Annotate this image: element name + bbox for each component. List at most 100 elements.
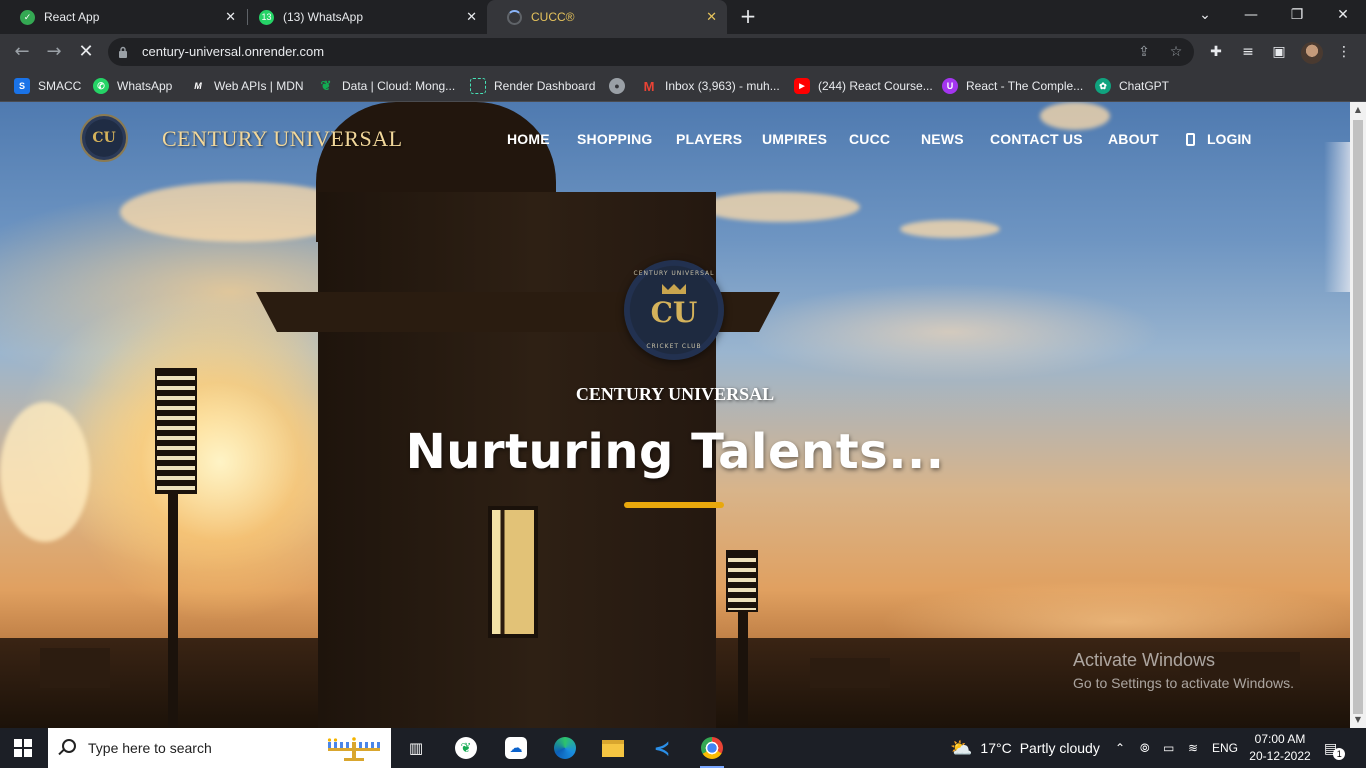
weather-desc: Partly cloudy xyxy=(1019,740,1100,756)
taskbar-clock[interactable]: 07:00 AM 20-12-2022 xyxy=(1246,731,1314,765)
nav-news[interactable]: NEWS xyxy=(921,131,964,147)
nav-cucc[interactable]: CUCC xyxy=(849,131,890,147)
logo-ring-text-bottom: CRICKET CLUB xyxy=(646,343,702,350)
stop-loading-button[interactable]: ✕ xyxy=(74,40,98,64)
mongodb-compass-icon[interactable]: ❦ xyxy=(451,734,481,762)
bookmark-label: ChatGPT xyxy=(1119,79,1170,93)
nav-about[interactable]: ABOUT xyxy=(1108,131,1159,147)
watermark-subtitle: Go to Settings to activate Windows. xyxy=(1073,675,1294,691)
bookmark-gmail[interactable]: M Inbox (3,963) - muh... xyxy=(641,77,780,95)
side-panel-icon[interactable]: ▣ xyxy=(1270,43,1288,61)
back-button[interactable]: ← xyxy=(10,40,34,64)
logo-monogram: CU xyxy=(650,296,698,329)
mobile-phone-icon xyxy=(1186,132,1195,146)
bookmark-smacc[interactable]: S SMACC xyxy=(14,77,81,95)
tab-cucc[interactable]: CUCC® ✕ xyxy=(487,0,727,34)
page-viewport: CU CENTURY UNIVERSAL HOME SHOPPING PLAYE… xyxy=(0,102,1350,728)
bookmark-mdn[interactable]: M Web APIs | MDN xyxy=(190,77,304,95)
nav-contact-us[interactable]: CONTACT US xyxy=(990,131,1083,147)
bookmark-label: Web APIs | MDN xyxy=(214,79,304,93)
tab-title: React App xyxy=(44,10,100,24)
bookmark-mongodb[interactable]: ❦ Data | Cloud: Mong... xyxy=(318,77,456,95)
tab-search-button[interactable]: ⌄ xyxy=(1182,4,1228,28)
share-icon[interactable]: ⇪ xyxy=(1136,44,1152,60)
taskbar-search-box[interactable]: Type here to search xyxy=(48,728,391,768)
close-tab-icon[interactable]: ✕ xyxy=(466,10,477,24)
nav-umpires[interactable]: UMPIRES xyxy=(762,131,827,147)
brand-logo[interactable]: CU xyxy=(80,114,128,162)
mdn-icon: M xyxy=(194,81,202,91)
nav-home[interactable]: HOME xyxy=(507,131,550,147)
search-icon xyxy=(62,739,76,753)
windows-taskbar: Type here to search ▥ ❦ ☁ ≺ ⛅ 17°C Partl… xyxy=(0,728,1366,768)
scroll-up-arrow-icon[interactable]: ▲ xyxy=(1350,102,1366,118)
tab-title: (13) WhatsApp xyxy=(283,10,364,24)
page-scrollbar[interactable]: ▲ ▼ xyxy=(1350,102,1366,728)
onedrive-icon[interactable]: ☁ xyxy=(501,734,531,762)
hero-club-name: CENTURY UNIVERSAL xyxy=(575,384,775,404)
forward-button[interactable]: → xyxy=(42,40,66,64)
smacc-icon: S xyxy=(14,78,30,94)
scrollbar-thumb[interactable] xyxy=(1353,120,1363,714)
media-controls-icon[interactable]: ≡ xyxy=(1239,43,1257,61)
bookmark-star-icon[interactable]: ☆ xyxy=(1168,44,1184,60)
tab-react-app[interactable]: ✓ React App ✕ xyxy=(0,0,246,34)
login-button[interactable]: LOGIN xyxy=(1186,131,1251,147)
menorah-icon xyxy=(327,737,380,761)
site-navbar: CU CENTURY UNIVERSAL HOME SHOPPING PLAYE… xyxy=(0,102,1350,176)
windows-activation-watermark: Activate Windows Go to Settings to activ… xyxy=(1073,650,1294,691)
minimize-button[interactable]: — xyxy=(1228,4,1274,28)
vscode-icon[interactable]: ≺ xyxy=(647,734,677,762)
crown-icon xyxy=(662,284,686,294)
windows-start-button[interactable] xyxy=(14,739,32,757)
file-explorer-icon[interactable] xyxy=(598,734,628,762)
bookmark-label: Inbox (3,963) - muh... xyxy=(665,79,780,93)
bookmark-render[interactable]: Render Dashboard xyxy=(470,77,595,95)
close-window-button[interactable]: ✕ xyxy=(1320,4,1366,28)
gmail-icon: M xyxy=(643,78,655,94)
render-icon xyxy=(470,78,486,94)
weather-widget[interactable]: ⛅ 17°C Partly cloudy xyxy=(950,728,1100,768)
whatsapp-icon: 13 xyxy=(259,9,274,25)
show-hidden-icons-button[interactable]: ⌃ xyxy=(1115,728,1125,768)
tab-whatsapp[interactable]: 13 (13) WhatsApp ✕ xyxy=(239,0,487,34)
url-text: century-universal.onrender.com xyxy=(142,44,325,59)
bookmark-label: (244) React Course... xyxy=(818,79,933,93)
new-tab-button[interactable]: + xyxy=(738,6,758,26)
meet-now-icon[interactable]: ⦾ xyxy=(1140,728,1150,768)
bookmark-label: Data | Cloud: Mong... xyxy=(342,79,456,93)
profile-avatar[interactable] xyxy=(1301,42,1323,64)
nav-players[interactable]: PLAYERS xyxy=(676,131,742,147)
chrome-icon[interactable] xyxy=(697,734,727,768)
edge-icon[interactable] xyxy=(550,734,580,762)
scroll-down-arrow-icon[interactable]: ▼ xyxy=(1350,712,1366,728)
clock-date: 20-12-2022 xyxy=(1249,749,1311,763)
nav-shopping[interactable]: SHOPPING xyxy=(577,131,653,147)
wifi-icon[interactable]: ≋ xyxy=(1188,728,1198,768)
bookmark-globe[interactable]: ● xyxy=(609,77,633,95)
bookmark-youtube[interactable]: ▶ (244) React Course... xyxy=(794,77,933,95)
address-bar[interactable]: century-universal.onrender.com ⇪ ☆ xyxy=(108,38,1194,66)
close-tab-icon[interactable]: ✕ xyxy=(225,10,236,24)
bookmark-chatgpt[interactable]: ✿ ChatGPT xyxy=(1095,77,1169,95)
brand-name[interactable]: CENTURY UNIVERSAL xyxy=(162,126,403,152)
hero-tagline: Nurturing Talents... xyxy=(405,424,945,480)
hero-underline-accent xyxy=(624,502,724,508)
bookmark-whatsapp[interactable]: ✆ WhatsApp xyxy=(93,77,172,95)
extensions-icon[interactable]: ✚ xyxy=(1207,43,1225,61)
tab-strip: ✓ React App ✕ 13 (13) WhatsApp ✕ CUCC® ✕… xyxy=(0,0,1366,34)
menu-kebab-icon[interactable]: ⋮ xyxy=(1335,43,1353,61)
bookmark-udemy[interactable]: U React - The Comple... xyxy=(942,77,1083,95)
task-view-icon[interactable]: ▥ xyxy=(401,734,431,762)
notification-center-button[interactable]: ▤ 1 xyxy=(1324,728,1346,768)
login-label: LOGIN xyxy=(1207,131,1252,147)
hero-background-tower xyxy=(256,102,786,728)
weather-temp: 17°C xyxy=(980,740,1012,756)
language-indicator[interactable]: ENG xyxy=(1212,728,1238,768)
youtube-icon: ▶ xyxy=(794,78,810,94)
close-tab-icon[interactable]: ✕ xyxy=(706,10,717,24)
logo-ring-text-top: CENTURY UNIVERSAL xyxy=(633,270,715,277)
search-placeholder: Type here to search xyxy=(88,740,212,756)
restore-button[interactable]: ❐ xyxy=(1274,4,1320,28)
battery-icon[interactable]: ▭ xyxy=(1163,728,1174,768)
